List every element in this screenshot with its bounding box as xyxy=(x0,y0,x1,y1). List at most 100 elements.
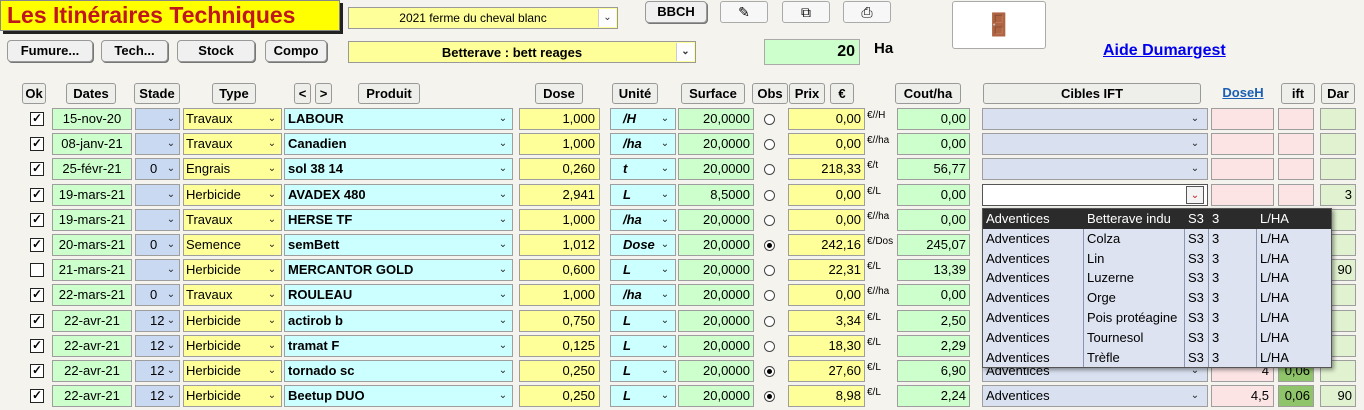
dose-field[interactable]: 0,125 xyxy=(519,334,600,357)
ok-checkbox[interactable]: ✓ xyxy=(30,212,44,227)
chevron-down-icon[interactable]: ⌄ xyxy=(598,9,616,27)
dose-field[interactable]: 1,000 xyxy=(519,108,600,130)
prix-field[interactable]: 0,00 xyxy=(788,133,865,156)
dose-field[interactable]: 0,750 xyxy=(519,309,600,332)
surface-field[interactable]: 8,5000 xyxy=(678,183,754,206)
cible-select[interactable] xyxy=(982,133,1208,156)
chevron-down-icon[interactable]: ⌄ xyxy=(263,261,281,279)
dose-field[interactable]: 1,000 xyxy=(519,284,600,307)
culture-select[interactable]: Betterave : bett reages ⌄ xyxy=(348,41,696,63)
chevron-down-icon[interactable]: ⌄ xyxy=(1186,135,1204,153)
help-link[interactable]: Aide Dumargest xyxy=(1103,42,1226,60)
obs-radio[interactable] xyxy=(764,290,775,302)
obs-radio[interactable] xyxy=(764,114,775,125)
dropdown-option[interactable]: Adventices Betterave indu S3 3 L/HA xyxy=(983,209,1331,229)
chevron-down-icon[interactable]: ⌄ xyxy=(263,236,281,254)
chevron-down-icon[interactable]: ⌄ xyxy=(494,236,512,254)
produit-select[interactable]: HERSE TF xyxy=(284,208,513,231)
chevron-down-icon[interactable]: ⌄ xyxy=(656,362,674,380)
obs-radio[interactable] xyxy=(764,139,775,151)
chevron-down-icon[interactable]: ⌄ xyxy=(263,110,281,128)
cible-select[interactable] xyxy=(982,183,1208,206)
dose-field[interactable]: 1,012 xyxy=(519,234,600,256)
chevron-down-icon[interactable]: ⌄ xyxy=(263,160,281,178)
surface-field[interactable]: 20,0000 xyxy=(678,158,754,181)
obs-radio[interactable] xyxy=(764,189,775,201)
prix-field[interactable]: 8,98 xyxy=(788,385,865,408)
produit-select[interactable]: LABOUR xyxy=(284,108,513,130)
prix-field[interactable]: 0,00 xyxy=(788,284,865,307)
surface-field[interactable]: 20,0000 xyxy=(678,284,754,307)
prix-field[interactable]: 18,30 xyxy=(788,334,865,357)
obs-radio[interactable] xyxy=(764,340,775,352)
chevron-down-icon[interactable]: ⌄ xyxy=(162,211,180,229)
date-cell[interactable]: 15-nov-20 xyxy=(52,108,132,130)
chevron-down-icon[interactable]: ⌄ xyxy=(656,160,674,178)
doseh-field[interactable] xyxy=(1211,158,1274,181)
chevron-down-icon[interactable]: ⌄ xyxy=(162,186,180,204)
chevron-down-icon[interactable]: ⌄ xyxy=(656,312,674,330)
prix-field[interactable]: 218,33 xyxy=(788,158,865,181)
date-cell[interactable]: 22-avr-21 xyxy=(52,360,132,382)
cible-select[interactable]: Adventices xyxy=(982,385,1208,408)
dose-field[interactable]: 2,941 xyxy=(519,183,600,206)
produit-select[interactable]: tornado sc xyxy=(284,360,513,382)
dose-field[interactable]: 0,250 xyxy=(519,385,600,408)
prix-field[interactable]: 22,31 xyxy=(788,259,865,282)
farm-select[interactable]: 2021 ferme du cheval blanc ⌄ xyxy=(348,7,618,29)
chevron-down-icon[interactable]: ⌄ xyxy=(656,236,674,254)
bbch-button[interactable]: BBCH xyxy=(645,1,707,23)
produit-select[interactable]: ROULEAU xyxy=(284,284,513,307)
date-cell[interactable]: 21-mars-21 xyxy=(52,259,132,282)
prix-field[interactable]: 3,34 xyxy=(788,309,865,332)
ok-checkbox[interactable]: ✓ xyxy=(30,162,44,177)
ok-checkbox[interactable] xyxy=(30,263,44,278)
chevron-down-icon[interactable]: ⌄ xyxy=(494,337,512,355)
ok-checkbox[interactable]: ✓ xyxy=(30,389,44,404)
ift-cibles-dropdown-list[interactable]: Adventices Betterave indu S3 3 L/HA Adventice… xyxy=(982,208,1332,368)
ok-checkbox[interactable]: ✓ xyxy=(30,238,44,252)
chevron-down-icon[interactable]: ⌄ xyxy=(263,362,281,380)
dose-field[interactable]: 0,250 xyxy=(519,360,600,382)
dropdown-option[interactable]: Adventices Tournesol S3 3 L/HA xyxy=(983,328,1331,348)
edit-button[interactable]: ✎ xyxy=(720,1,768,23)
chevron-down-icon[interactable]: ⌄ xyxy=(494,110,512,128)
chevron-down-icon[interactable]: ⌄ xyxy=(494,186,512,204)
chevron-down-icon[interactable]: ⌄ xyxy=(1186,185,1204,204)
obs-radio[interactable] xyxy=(764,391,775,403)
surface-field[interactable]: 20,0000 xyxy=(678,360,754,382)
ok-checkbox[interactable]: ✓ xyxy=(30,313,44,328)
chevron-down-icon[interactable]: ⌄ xyxy=(263,211,281,229)
date-cell[interactable]: 22-avr-21 xyxy=(52,385,132,408)
chevron-down-icon[interactable]: ⌄ xyxy=(263,337,281,355)
chevron-down-icon[interactable]: ⌄ xyxy=(162,362,180,380)
dropdown-option[interactable]: Adventices Colza S3 3 L/HA xyxy=(983,229,1331,249)
stock-button[interactable]: Stock xyxy=(177,40,255,62)
date-cell[interactable]: 22-avr-21 xyxy=(52,334,132,357)
chevron-down-icon[interactable]: ⌄ xyxy=(656,337,674,355)
surface-field[interactable]: 20,0000 xyxy=(678,385,754,408)
chevron-down-icon[interactable]: ⌄ xyxy=(494,312,512,330)
exit-button[interactable]: 🚪 xyxy=(952,1,1046,49)
ok-checkbox[interactable]: ✓ xyxy=(30,187,44,202)
chevron-down-icon[interactable]: ⌄ xyxy=(494,160,512,178)
dose-field[interactable]: 0,260 xyxy=(519,158,600,181)
chevron-down-icon[interactable]: ⌄ xyxy=(1186,110,1204,128)
next-button[interactable]: > xyxy=(315,83,332,104)
chevron-down-icon[interactable]: ⌄ xyxy=(162,160,180,178)
chevron-down-icon[interactable]: ⌄ xyxy=(656,211,674,229)
date-cell[interactable]: 08-janv-21 xyxy=(52,133,132,156)
chevron-down-icon[interactable]: ⌄ xyxy=(656,110,674,128)
chevron-down-icon[interactable]: ⌄ xyxy=(162,261,180,279)
chevron-down-icon[interactable]: ⌄ xyxy=(656,186,674,204)
doseh-field[interactable]: 4,5 xyxy=(1211,385,1274,408)
doseh-field[interactable] xyxy=(1211,183,1274,206)
chevron-down-icon[interactable]: ⌄ xyxy=(263,135,281,153)
produit-select[interactable]: actirob b xyxy=(284,309,513,332)
prix-field[interactable]: 27,60 xyxy=(788,360,865,382)
surface-field[interactable]: 20,0000 xyxy=(678,133,754,156)
produit-select[interactable]: AVADEX 480 xyxy=(284,183,513,206)
chevron-down-icon[interactable]: ⌄ xyxy=(263,286,281,304)
date-cell[interactable]: 19-mars-21 xyxy=(52,183,132,206)
dose-field[interactable]: 0,600 xyxy=(519,259,600,282)
